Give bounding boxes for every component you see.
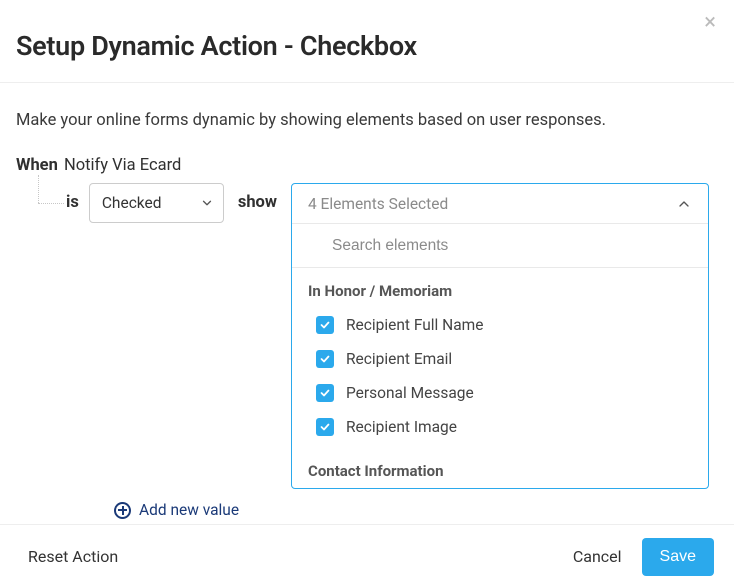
checkbox-checked-icon[interactable] [316, 384, 334, 402]
chevron-up-icon [676, 196, 692, 212]
option-label: Personal Message [346, 384, 474, 402]
checkbox-checked-icon[interactable] [316, 316, 334, 334]
save-button[interactable]: Save [642, 538, 714, 576]
multiselect-search[interactable] [292, 224, 708, 268]
option-label: Recipient Image [346, 418, 457, 436]
option-label: Recipient Full Name [346, 316, 483, 334]
when-value: Notify Via Ecard [64, 156, 181, 175]
state-select-value[interactable]: Checked [89, 183, 224, 223]
option-group-label: In Honor / Memoriam [292, 268, 708, 308]
add-new-value-button[interactable]: Add new value [114, 501, 718, 519]
close-icon[interactable]: × [704, 12, 716, 34]
multiselect-header[interactable]: 4 Elements Selected [292, 184, 708, 224]
modal-footer: Reset Action Cancel Save [0, 524, 734, 588]
option-group-label: Contact Information [292, 444, 708, 488]
show-label: show [238, 183, 277, 223]
state-select[interactable]: Checked [89, 183, 224, 223]
reset-action-button[interactable]: Reset Action [28, 547, 118, 566]
option-recipient-image[interactable]: Recipient Image [292, 410, 708, 444]
checkbox-checked-icon[interactable] [316, 350, 334, 368]
cancel-button[interactable]: Cancel [573, 547, 622, 566]
plus-circle-icon [114, 502, 131, 519]
rule-row: is Checked show 4 Elements Selected In H… [16, 183, 718, 489]
modal-body: Make your online forms dynamic by showin… [0, 83, 734, 519]
page-title: Setup Dynamic Action - Checkbox [16, 30, 718, 62]
tree-connector-icon [16, 183, 66, 223]
search-input[interactable] [332, 237, 692, 255]
when-label: When [16, 156, 58, 175]
when-clause: When Notify Via Ecard [16, 156, 718, 175]
description-text: Make your online forms dynamic by showin… [16, 111, 718, 130]
option-recipient-email[interactable]: Recipient Email [292, 342, 708, 376]
add-new-label: Add new value [139, 501, 239, 519]
checkbox-checked-icon[interactable] [316, 418, 334, 436]
multiselect-summary: 4 Elements Selected [308, 195, 448, 213]
option-label: Recipient Email [346, 350, 452, 368]
multiselect-list[interactable]: In Honor / Memoriam Recipient Full Name … [292, 268, 708, 488]
option-recipient-full-name[interactable]: Recipient Full Name [292, 308, 708, 342]
elements-multiselect[interactable]: 4 Elements Selected In Honor / Memoriam … [291, 183, 709, 489]
modal-header: Setup Dynamic Action - Checkbox [0, 0, 734, 83]
option-personal-message[interactable]: Personal Message [292, 376, 708, 410]
is-label: is [66, 183, 79, 223]
